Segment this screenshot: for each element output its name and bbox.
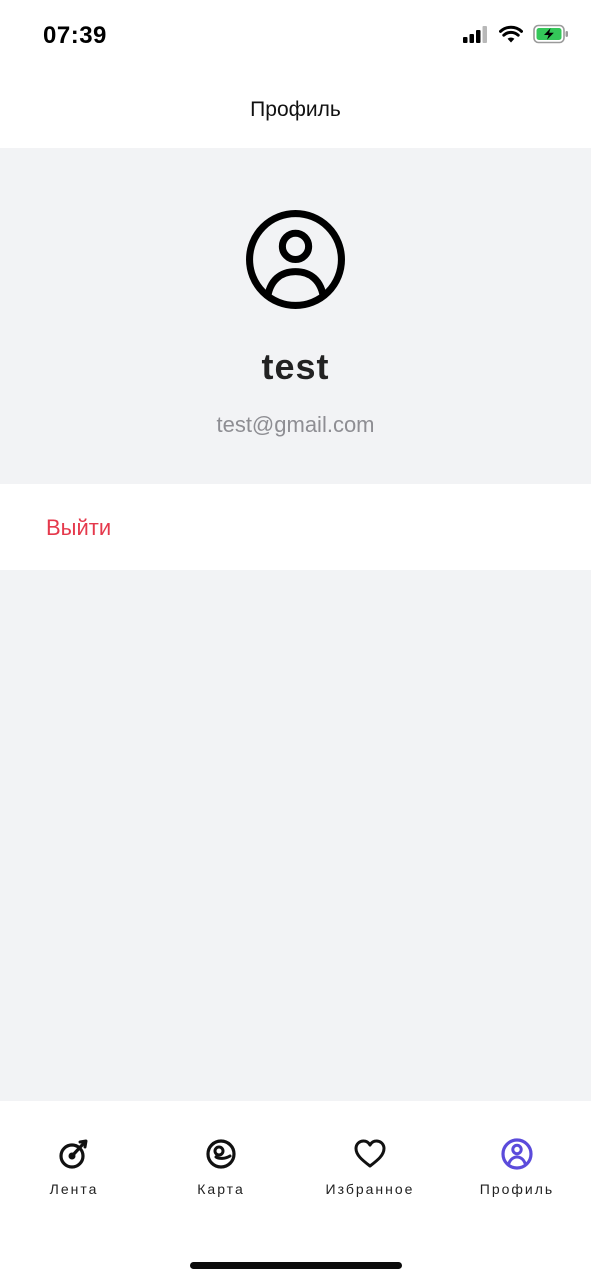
heart-icon — [354, 1139, 386, 1168]
status-bar: 07:39 — [0, 0, 591, 72]
tab-label-profile: Профиль — [479, 1181, 555, 1197]
wifi-icon — [499, 25, 523, 43]
tab-label-favorites: Избранное — [325, 1181, 415, 1197]
user-circle-icon — [246, 210, 345, 309]
status-icons — [463, 24, 569, 44]
tab-label-map: Карта — [197, 1181, 245, 1197]
battery-charging-icon — [533, 24, 568, 44]
home-indicator — [190, 1262, 402, 1269]
tab-map[interactable]: Карта — [147, 1137, 295, 1207]
profile-icon — [501, 1138, 533, 1170]
logout-label: Выйти — [46, 515, 112, 540]
cellular-signal-icon — [463, 26, 487, 43]
tab-favorites[interactable]: Избранное — [296, 1137, 444, 1207]
map-pin-icon — [206, 1139, 236, 1169]
tab-feed[interactable]: Лента — [0, 1137, 148, 1207]
feed-icon — [59, 1139, 88, 1169]
tab-label-feed: Лента — [49, 1181, 99, 1197]
tab-profile[interactable]: Профиль — [443, 1137, 591, 1207]
nav-header: Профиль — [0, 72, 591, 148]
profile-name: test — [261, 346, 330, 387]
profile-card: test test@gmail.com — [0, 148, 591, 483]
page-title: Профиль — [250, 98, 341, 121]
logout-button[interactable]: Выйти — [0, 484, 591, 570]
profile-screen: 07:39 Профиль test test@gmail.com Выйти … — [0, 0, 591, 1280]
profile-email: test@gmail.com — [216, 412, 375, 437]
status-time: 07:39 — [43, 22, 107, 49]
tab-bar: Лента Карта Избранное Профиль — [0, 1101, 591, 1280]
